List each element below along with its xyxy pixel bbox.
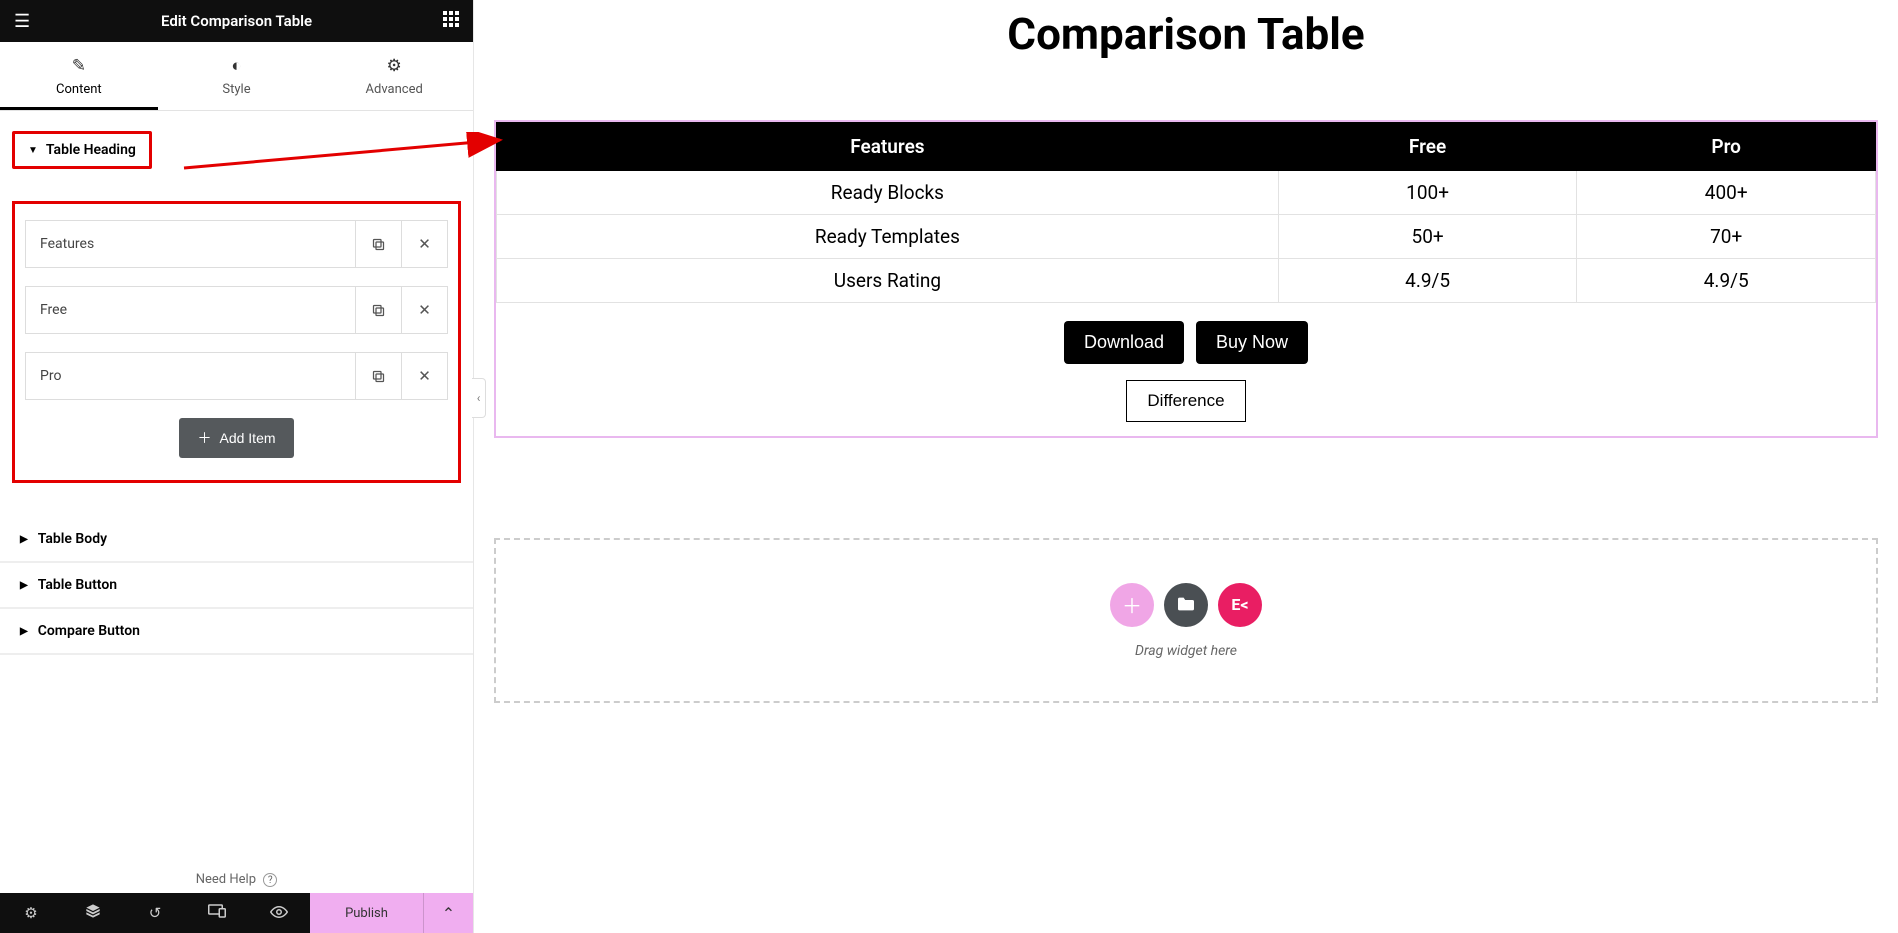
history-button[interactable]: ↺ [124,893,186,933]
history-icon: ↺ [149,904,162,922]
help-icon: ? [263,873,277,887]
tab-advanced[interactable]: ⚙ Advanced [315,42,473,110]
section-compare-button[interactable]: ▶ Compare Button [0,609,473,654]
cell: 100+ [1278,171,1577,215]
publish-button[interactable]: Publish [310,893,423,933]
section-table-body[interactable]: ▶ Table Body [0,517,473,562]
heading-item-label: Free [26,302,355,318]
cell: Ready Templates [497,215,1279,259]
heading-item[interactable]: Features ✕ [25,220,448,268]
gear-icon: ⚙ [24,904,37,922]
add-item-label: Add Item [219,430,275,446]
caret-right-icon: ▶ [20,626,28,637]
editor-sidebar: ☰ Edit Comparison Table ✎ Content ◐ Styl… [0,0,474,933]
duplicate-icon[interactable] [355,353,401,399]
collapse-panel-button[interactable]: ‹ [472,378,486,418]
gear-icon: ⚙ [315,56,473,76]
close-icon[interactable]: ✕ [401,221,447,267]
add-item-button[interactable]: ＋ Add Item [179,418,293,458]
publish-label: Publish [345,906,388,921]
elementskit-button[interactable]: E< [1218,583,1262,627]
navigator-button[interactable] [62,893,124,933]
buy-now-button[interactable]: Buy Now [1196,321,1308,364]
ek-icon: E< [1231,595,1248,614]
tab-style[interactable]: ◐ Style [158,42,316,110]
duplicate-icon[interactable] [355,221,401,267]
section-label: Table Button [38,577,117,593]
preview-button[interactable] [248,893,310,933]
section-label: Compare Button [38,623,140,639]
widgets-grid-icon[interactable] [443,11,459,32]
tab-label: Advanced [366,82,423,97]
section-table-heading[interactable]: ▼ Table Heading [18,136,146,164]
layers-icon [85,903,101,923]
close-icon[interactable]: ✕ [401,287,447,333]
table-row: Ready Templates 50+ 70+ [497,215,1876,259]
plus-icon: ＋ [197,428,211,448]
pencil-icon: ✎ [0,56,158,76]
responsive-button[interactable] [186,893,248,933]
tab-label: Style [222,82,250,97]
heading-items-list: Features ✕ Free ✕ Pro ✕ ＋ Add Item [12,201,461,483]
eye-icon [270,904,288,922]
contrast-icon: ◐ [158,56,316,76]
publish-options-button[interactable]: ⌃ [423,893,473,933]
template-library-button[interactable] [1164,583,1208,627]
preview-canvas: ‹ Comparison Table Features Free Pro Rea… [474,0,1898,933]
chevron-left-icon: ‹ [477,391,481,405]
cell: 4.9/5 [1577,259,1876,303]
comparison-table: Features Free Pro Ready Blocks 100+ 400+… [496,122,1876,303]
need-help-label: Need Help [196,872,256,887]
duplicate-icon[interactable] [355,287,401,333]
caret-right-icon: ▶ [20,580,28,591]
drop-zone[interactable]: ＋ E< Drag widget here [494,538,1878,703]
tabs: ✎ Content ◐ Style ⚙ Advanced [0,42,473,111]
comparison-table-widget[interactable]: Features Free Pro Ready Blocks 100+ 400+… [494,120,1878,438]
close-icon[interactable]: ✕ [401,353,447,399]
need-help-link[interactable]: Need Help ? [0,862,473,893]
download-button[interactable]: Download [1064,321,1184,364]
page-title: Comparison Table [494,8,1878,60]
menu-icon[interactable]: ☰ [14,11,30,32]
cell: 4.9/5 [1278,259,1577,303]
col-header: Free [1278,123,1577,171]
table-buttons: Download Buy Now [496,321,1876,364]
cell: 50+ [1278,215,1577,259]
col-header: Pro [1577,123,1876,171]
col-header: Features [497,123,1279,171]
panel-title: Edit Comparison Table [161,12,312,30]
cell: 400+ [1577,171,1876,215]
tab-label: Content [56,82,102,97]
tab-content[interactable]: ✎ Content [0,42,158,110]
heading-item[interactable]: Free ✕ [25,286,448,334]
plus-icon: ＋ [1122,590,1142,619]
cell: 70+ [1577,215,1876,259]
chevron-up-icon: ⌃ [442,904,455,923]
caret-right-icon: ▶ [20,534,28,545]
heading-item-label: Pro [26,368,355,384]
section-label: Table Heading [46,142,136,158]
caret-down-icon: ▼ [28,145,38,156]
sidebar-footer: ⚙ ↺ Publish ⌃ [0,893,473,933]
devices-icon [208,904,226,922]
section-table-button[interactable]: ▶ Table Button [0,563,473,608]
cell: Ready Blocks [497,171,1279,215]
heading-item[interactable]: Pro ✕ [25,352,448,400]
difference-button[interactable]: Difference [1126,380,1245,422]
sidebar-header: ☰ Edit Comparison Table [0,0,473,42]
cell: Users Rating [497,259,1279,303]
sections-scroll: ▼ Table Heading Features ✕ Free ✕ Pr [0,111,473,862]
table-row: Users Rating 4.9/5 4.9/5 [497,259,1876,303]
add-section-button[interactable]: ＋ [1110,583,1154,627]
heading-item-label: Features [26,236,355,252]
table-row: Ready Blocks 100+ 400+ [497,171,1876,215]
folder-icon [1176,593,1196,617]
settings-button[interactable]: ⚙ [0,893,62,933]
section-label: Table Body [38,531,107,547]
drop-hint: Drag widget here [1135,643,1237,659]
